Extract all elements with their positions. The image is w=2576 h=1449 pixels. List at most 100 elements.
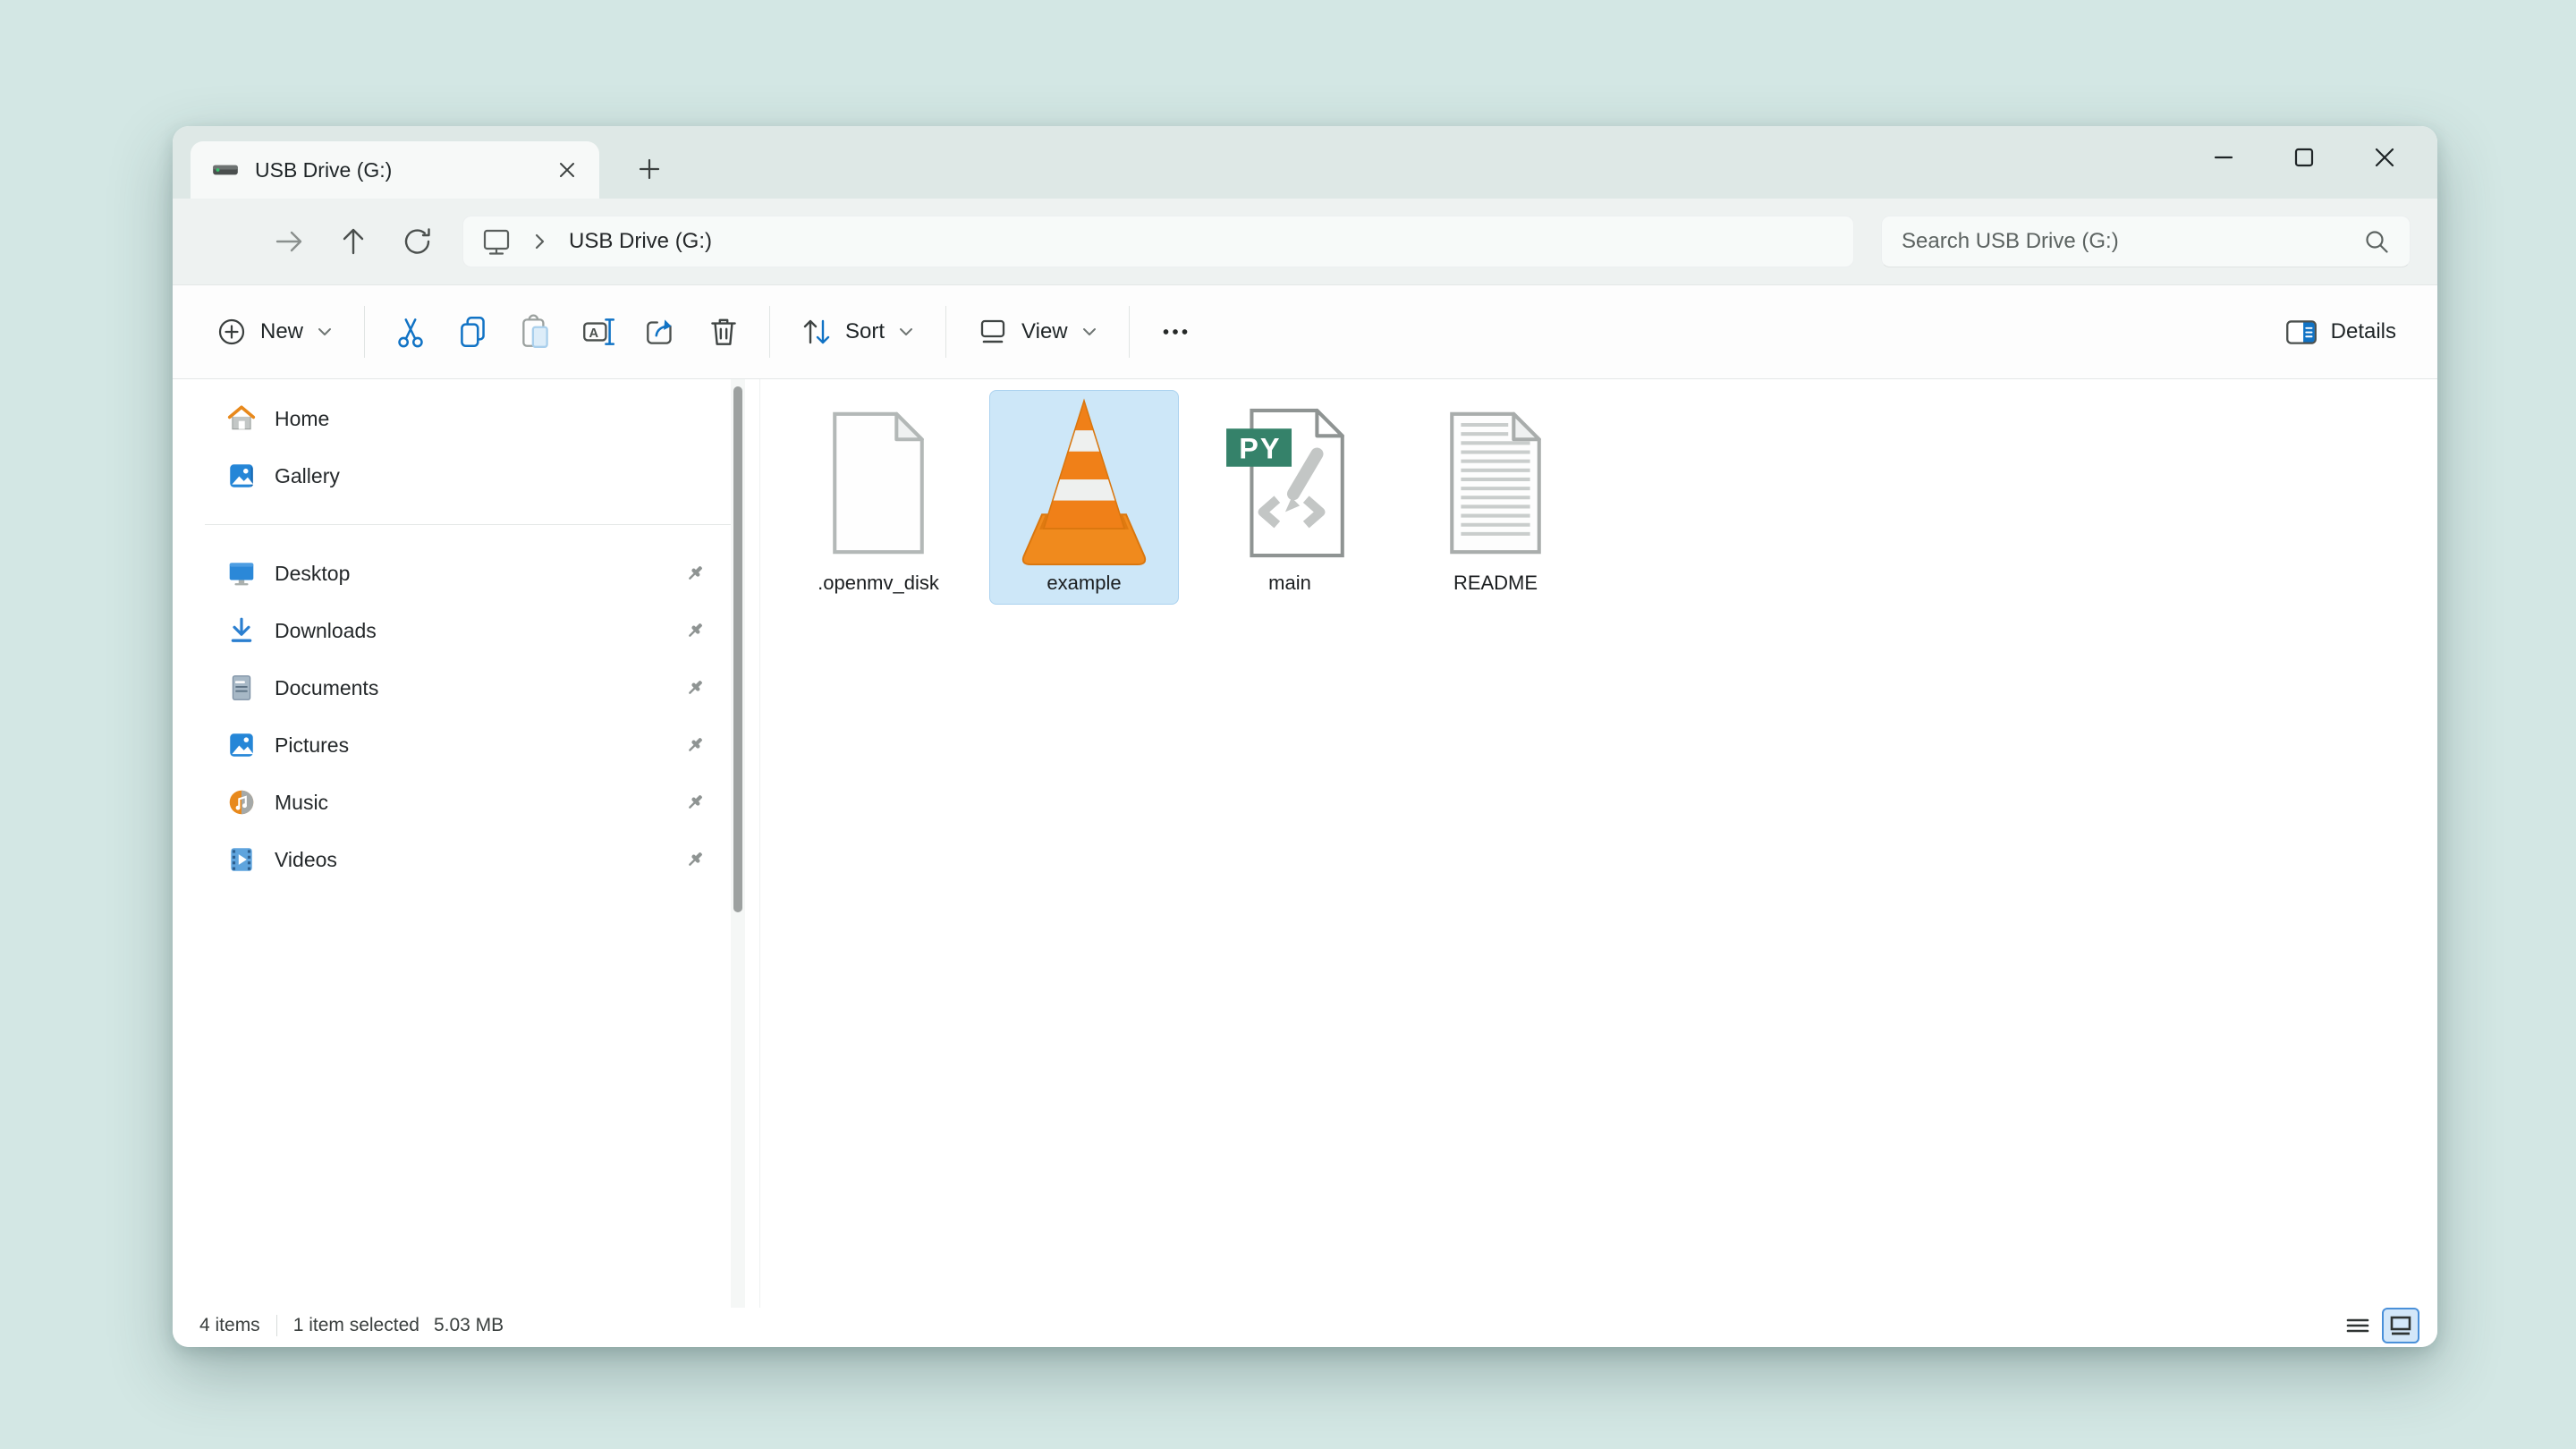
details-pane-icon <box>2283 313 2320 351</box>
cut-button[interactable] <box>379 300 442 364</box>
rename-button[interactable]: A <box>567 300 630 364</box>
navigation-pane: Home Gallery Desktop Downloads Documents… <box>173 379 760 1308</box>
status-bar: 4 items 1 item selected 5.03 MB <box>173 1308 2437 1347</box>
toolbar-separator <box>945 306 947 358</box>
new-button[interactable]: New <box>199 300 350 364</box>
view-button[interactable]: View <box>961 300 1114 364</box>
file-item-readme[interactable]: README <box>1401 390 1590 605</box>
file-name: README <box>1453 572 1538 594</box>
drive-icon <box>210 155 241 185</box>
content-area: Home Gallery Desktop Downloads Documents… <box>173 379 2437 1308</box>
sidebar-scrollbar-thumb[interactable] <box>733 386 742 912</box>
share-button[interactable] <box>630 300 692 364</box>
sort-button[interactable]: Sort <box>784 300 931 364</box>
chevron-down-icon <box>1079 321 1100 343</box>
svg-text:A: A <box>589 326 599 341</box>
svg-text:PY: PY <box>1239 433 1281 465</box>
minimize-button[interactable] <box>2183 126 2264 189</box>
pin-icon <box>682 790 708 815</box>
address-bar[interactable]: USB Drive (G:) <box>462 216 1854 267</box>
text-file-icon <box>1437 402 1554 564</box>
navigation-bar: USB Drive (G:) Search USB Drive (G:) <box>173 199 2437 284</box>
sidebar-item-label: Documents <box>275 675 379 699</box>
sidebar-item-documents[interactable]: Documents <box>214 659 720 716</box>
breadcrumb[interactable]: USB Drive (G:) <box>569 229 712 254</box>
sidebar-item-label: Home <box>275 406 330 430</box>
up-button[interactable] <box>321 212 386 271</box>
sidebar-item-desktop[interactable]: Desktop <box>214 545 720 602</box>
desktop-icon <box>226 558 257 589</box>
pin-icon <box>682 733 708 758</box>
home-icon <box>226 403 257 434</box>
details-pane-label: Details <box>2330 319 2396 343</box>
python-file-icon: PY <box>1223 402 1357 564</box>
sidebar-item-pictures[interactable]: Pictures <box>214 716 720 774</box>
delete-button[interactable] <box>692 300 755 364</box>
details-pane-button[interactable]: Details <box>2268 300 2411 364</box>
file-explorer-window: USB Drive (G:) USB Drive (G:) Search USB… <box>173 126 2437 1347</box>
sidebar-item-label: Desktop <box>275 561 351 585</box>
sidebar-item-label: Downloads <box>275 618 377 642</box>
sidebar-item-label: Pictures <box>275 733 350 757</box>
tab-bar: USB Drive (G:) <box>173 126 2437 199</box>
pictures-icon <box>226 730 257 760</box>
maximize-button[interactable] <box>2264 126 2344 189</box>
file-item-example[interactable]: example <box>989 390 1179 605</box>
search-input[interactable]: Search USB Drive (G:) <box>1881 216 2411 267</box>
sidebar-item-label: Music <box>275 790 329 814</box>
sort-arrows-icon <box>799 314 835 350</box>
selection-count: 1 item selected <box>292 1315 419 1335</box>
view-button-label: View <box>1021 319 1068 343</box>
pin-icon <box>682 618 708 643</box>
sidebar-item-label: Videos <box>275 847 337 871</box>
sidebar-separator <box>205 524 738 525</box>
sidebar-item-home[interactable]: Home <box>214 390 720 447</box>
search-icon[interactable] <box>2360 225 2394 258</box>
close-button[interactable] <box>2344 126 2425 189</box>
details-view-toggle[interactable] <box>2339 1308 2377 1343</box>
command-toolbar: New A Sort View Details <box>173 284 2437 379</box>
toolbar-separator <box>769 306 771 358</box>
window-controls <box>2183 126 2425 189</box>
music-icon <box>226 787 257 818</box>
file-list-area[interactable]: .openmv_disk example PY main README <box>760 379 2437 1308</box>
new-button-label: New <box>260 319 304 343</box>
refresh-button[interactable] <box>386 212 450 271</box>
sort-button-label: Sort <box>845 319 886 343</box>
tab-title: USB Drive (G:) <box>255 157 393 182</box>
plus-circle-icon <box>214 314 250 350</box>
sidebar-item-gallery[interactable]: Gallery <box>214 447 720 504</box>
tab-usb-drive[interactable]: USB Drive (G:) <box>191 141 599 199</box>
sidebar-item-videos[interactable]: Videos <box>214 831 720 888</box>
documents-icon <box>226 673 257 703</box>
thumbnail-view-toggle[interactable] <box>2382 1308 2419 1343</box>
chevron-down-icon <box>314 321 335 343</box>
tab-close-icon[interactable] <box>549 152 585 188</box>
forward-button[interactable] <box>257 212 321 271</box>
file-item-openmv-disk[interactable]: .openmv_disk <box>784 390 973 605</box>
this-pc-icon <box>478 223 515 260</box>
videos-icon <box>226 844 257 875</box>
downloads-icon <box>226 615 257 646</box>
file-name: example <box>1046 572 1122 594</box>
item-count: 4 items <box>199 1315 260 1335</box>
status-separator <box>275 1315 277 1336</box>
sidebar-item-downloads[interactable]: Downloads <box>214 602 720 659</box>
breadcrumb-chevron-icon[interactable] <box>526 228 553 255</box>
paste-button[interactable] <box>504 300 567 364</box>
toolbar-separator <box>364 306 366 358</box>
pin-icon <box>682 561 708 586</box>
file-item-main[interactable]: PY main <box>1195 390 1385 605</box>
new-tab-button[interactable] <box>629 148 670 190</box>
more-options-button[interactable] <box>1144 300 1207 364</box>
selection-size: 5.03 MB <box>433 1315 504 1335</box>
search-placeholder: Search USB Drive (G:) <box>1902 229 2119 253</box>
sidebar-item-label: Gallery <box>275 463 340 487</box>
toolbar-separator <box>1128 306 1130 358</box>
pin-icon <box>682 847 708 872</box>
copy-button[interactable] <box>442 300 504 364</box>
sidebar-item-music[interactable]: Music <box>214 774 720 831</box>
back-button[interactable] <box>192 212 257 271</box>
gallery-icon <box>226 461 257 491</box>
chevron-down-icon <box>895 321 917 343</box>
